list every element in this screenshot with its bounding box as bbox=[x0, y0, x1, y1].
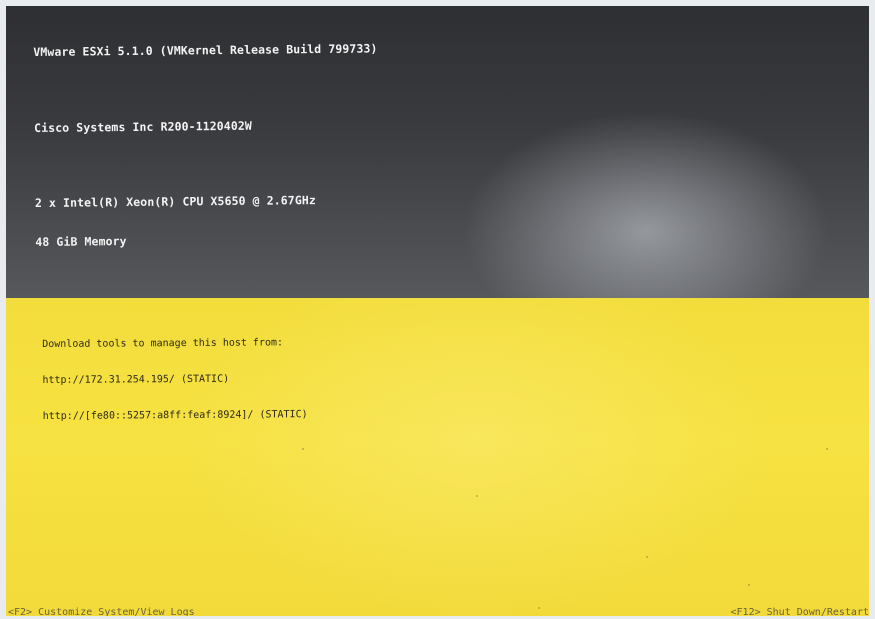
product-version: VMware ESXi 5.1.0 (VMKernel Release Buil… bbox=[33, 41, 378, 59]
system-info: VMware ESXi 5.1.0 (VMKernel Release Buil… bbox=[33, 16, 380, 275]
hardware-model: Cisco Systems Inc R200-1120402W bbox=[34, 118, 252, 135]
customize-system-key[interactable]: <F2> Customize System/View Logs bbox=[8, 606, 195, 616]
management-pane: Download tools to manage this host from:… bbox=[6, 298, 869, 616]
system-info-pane: VMware ESXi 5.1.0 (VMKernel Release Buil… bbox=[6, 6, 869, 298]
shutdown-restart-key[interactable]: <F12> Shut Down/Restart bbox=[731, 606, 869, 616]
management-url-ipv6: http://[fe80::5257:a8ff:feaf:8924]/ (STA… bbox=[42, 409, 308, 422]
console-footer: <F2> Customize System/View Logs <F12> Sh… bbox=[6, 606, 869, 616]
download-heading: Download tools to manage this host from: bbox=[42, 337, 284, 350]
cpu-info: 2 x Intel(R) Xeon(R) CPU X5650 @ 2.67GHz bbox=[34, 193, 316, 210]
esxi-console-screen: VMware ESXi 5.1.0 (VMKernel Release Buil… bbox=[6, 6, 869, 616]
management-url-ipv4: http://172.31.254.195/ (STATIC) bbox=[42, 373, 230, 386]
download-info: Download tools to manage this host from:… bbox=[42, 313, 308, 447]
memory-info: 48 GiB Memory bbox=[35, 234, 127, 249]
